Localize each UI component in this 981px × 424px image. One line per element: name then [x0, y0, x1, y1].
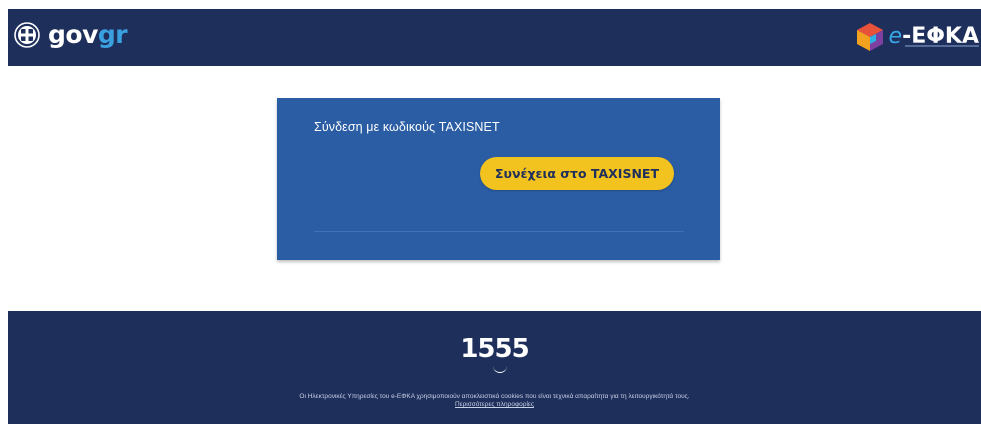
more-info-link[interactable]: Περισσότερες πληροφορίες: [8, 401, 981, 409]
gov-gr-wordmark: govgr: [48, 20, 128, 49]
cookie-notice-text: Οι Ηλεκτρονικές Υπηρεσίες του e-ΕΦΚΑ χρη…: [299, 393, 690, 400]
header: govgr e-ΕΦΚΑ: [8, 9, 981, 66]
taxisnet-login-card: Σύνδεση με κωδικούς TAXISNET Συνέχεια στ…: [277, 98, 720, 260]
helpline-number: 1555: [460, 334, 529, 364]
login-card-title: Σύνδεση με κωδικούς TAXISNET: [314, 120, 500, 134]
continue-taxisnet-button[interactable]: Συνέχεια στο TAXISNET: [480, 157, 674, 190]
page: govgr e-ΕΦΚΑ Σύνδεση με κωδικούς TAXISNE…: [0, 0, 981, 424]
helpline-decoration: [493, 366, 507, 373]
cookie-notice: Οι Ηλεκτρονικές Υπηρεσίες του e-ΕΦΚΑ χρη…: [8, 393, 981, 409]
efka-logo[interactable]: e-ΕΦΚΑ: [853, 20, 979, 54]
footer: 1555 Οι Ηλεκτρονικές Υπηρεσίες του e-ΕΦΚ…: [8, 311, 981, 424]
efka-wordmark: e-ΕΦΚΑ: [889, 22, 979, 52]
efka-tagline-graphic: [905, 45, 979, 47]
efka-cube-icon: [856, 23, 883, 51]
gr-text-part: gr: [97, 20, 128, 49]
gov-gr-logo[interactable]: govgr: [14, 20, 128, 49]
efka-e-letter: e: [888, 24, 903, 49]
coat-of-arms-icon: [14, 22, 40, 48]
gov-text-part: gov: [48, 20, 98, 49]
card-divider: [314, 231, 684, 232]
